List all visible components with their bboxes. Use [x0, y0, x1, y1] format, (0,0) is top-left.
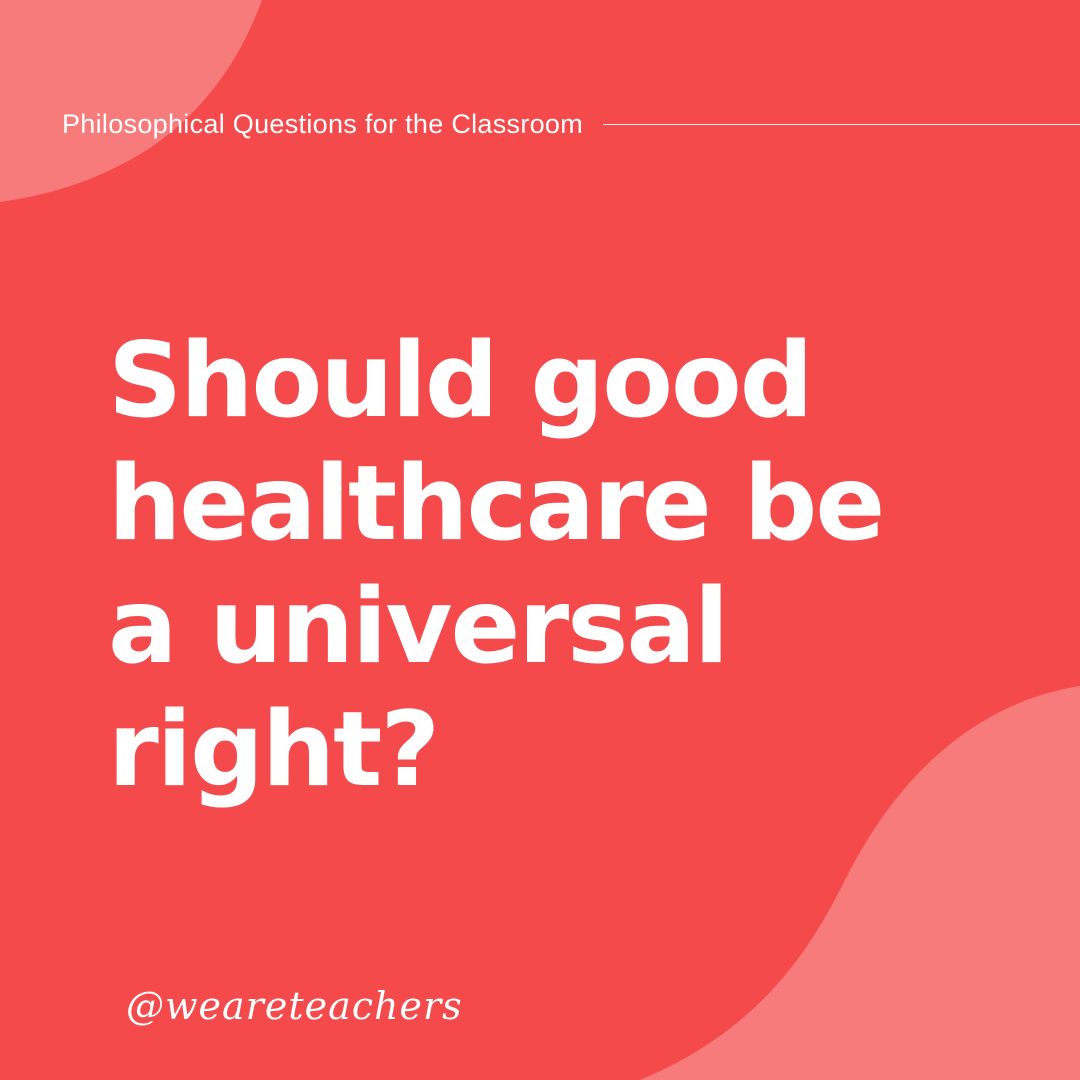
social-handle: @weareteachers — [126, 984, 463, 1028]
question-line-1: Should good — [108, 321, 813, 441]
header: Philosophical Questions for the Classroo… — [62, 104, 1080, 144]
question-line-3: a universal — [108, 567, 729, 687]
header-title: Philosophical Questions for the Classroo… — [62, 108, 584, 139]
question-line-2: healthcare be — [108, 444, 885, 564]
header-divider — [603, 123, 1080, 125]
question-line-4: right? — [108, 690, 440, 810]
top-left-blob — [0, 0, 262, 202]
question-text: Should good healthcare be a universal ri… — [108, 320, 1008, 812]
